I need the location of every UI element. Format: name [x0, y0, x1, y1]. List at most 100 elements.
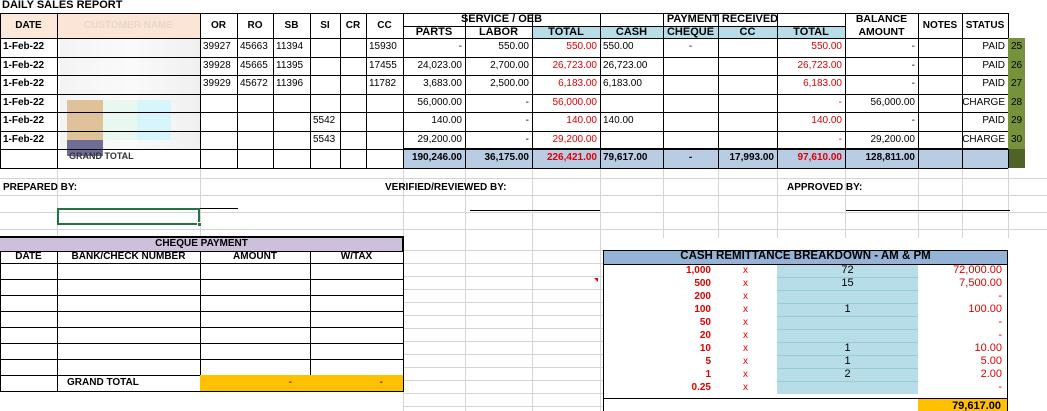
cell-sb[interactable]: 11395 [273, 57, 310, 76]
cash-quantity[interactable]: 72 [777, 264, 918, 277]
cell-si[interactable] [310, 75, 340, 94]
cell-parts[interactable]: - [403, 38, 465, 57]
cell-balance[interactable]: - [845, 112, 918, 131]
cell-notes[interactable] [918, 38, 962, 57]
cell-cheque[interactable] [663, 57, 718, 76]
cell-labor[interactable]: 550.00 [465, 38, 532, 57]
cell-labor[interactable]: - [465, 131, 532, 150]
gt-cc-pay[interactable]: 17,993.00 [718, 149, 777, 168]
cell-cheque[interactable] [663, 94, 718, 113]
cell-or[interactable]: 39928 [200, 57, 237, 76]
cell-or[interactable] [200, 94, 237, 113]
cell-or[interactable] [200, 112, 237, 131]
cell-cc[interactable] [366, 131, 403, 150]
cell-date[interactable]: 1-Feb-22 [0, 57, 57, 76]
cell-cash[interactable] [600, 131, 663, 150]
cell-status[interactable]: PAID [962, 75, 1008, 94]
cell-labor[interactable]: 2,500.00 [465, 75, 532, 94]
cell-total[interactable]: 550.00 [532, 38, 600, 57]
cell-cc-pay[interactable] [718, 112, 777, 131]
cash-quantity[interactable]: 1 [777, 355, 918, 368]
cell-cc[interactable] [366, 94, 403, 113]
cell-ro[interactable]: 45672 [237, 75, 273, 94]
cell-date[interactable]: 1-Feb-22 [0, 38, 57, 57]
cell-or[interactable] [200, 131, 237, 150]
cell-si[interactable]: 5543 [310, 131, 340, 150]
gt-total[interactable]: 226,421.00 [532, 149, 600, 168]
cash-quantity[interactable]: 15 [777, 277, 918, 290]
cell-cc[interactable] [366, 112, 403, 131]
cell-or[interactable]: 39927 [200, 38, 237, 57]
cash-quantity[interactable] [777, 329, 918, 342]
cell-total-pay[interactable]: 26,723.00 [777, 57, 845, 76]
cell-balance[interactable]: - [845, 38, 918, 57]
cell-parts[interactable]: 29,200.00 [403, 131, 465, 150]
cell-labor[interactable]: 2,700.00 [465, 57, 532, 76]
cell-total[interactable]: 26,723.00 [532, 57, 600, 76]
cell-cr[interactable] [340, 94, 366, 113]
cell-cr[interactable] [340, 131, 366, 150]
cell-parts[interactable]: 56,000.00 [403, 94, 465, 113]
cell-si[interactable]: 5542 [310, 112, 340, 131]
fill-handle[interactable] [197, 222, 202, 227]
cash-quantity[interactable] [777, 316, 918, 329]
cell-total-pay[interactable]: - [777, 94, 845, 113]
cash-quantity[interactable] [777, 290, 918, 303]
cell-balance[interactable]: - [845, 75, 918, 94]
cell-balance[interactable]: 56,000.00 [845, 94, 918, 113]
cell-parts[interactable]: 24,023.00 [403, 57, 465, 76]
cell-cc-pay[interactable] [718, 57, 777, 76]
cell-cc[interactable]: 15930 [366, 38, 403, 57]
cash-quantity[interactable]: 1 [777, 303, 918, 316]
cell-total-pay[interactable]: 550.00 [777, 38, 845, 57]
cell-notes[interactable] [918, 112, 962, 131]
cell-date[interactable]: 1-Feb-22 [0, 75, 57, 94]
cell-balance[interactable]: - [845, 57, 918, 76]
cell-cc-pay[interactable] [718, 38, 777, 57]
cell-or[interactable]: 39929 [200, 75, 237, 94]
cheque-total-wtax[interactable]: - [310, 375, 403, 391]
cell-cr[interactable] [340, 112, 366, 131]
cell-cheque[interactable] [663, 112, 718, 131]
cell-si[interactable] [310, 57, 340, 76]
cell-sb[interactable] [273, 94, 310, 113]
cell-cash[interactable]: 26,723.00 [600, 57, 663, 76]
cell-total[interactable]: 56,000.00 [532, 94, 600, 113]
cell-labor[interactable]: - [465, 94, 532, 113]
gt-cash[interactable]: 79,617.00 [600, 149, 663, 168]
cash-quantity[interactable]: 2 [777, 368, 918, 381]
cell-cash[interactable]: 140.00 [600, 112, 663, 131]
cell-cheque[interactable]: - [663, 38, 718, 57]
cell-cash[interactable]: 550.00 [600, 38, 663, 57]
gt-parts[interactable]: 190,246.00 [403, 149, 465, 168]
cell-date[interactable]: 1-Feb-22 [0, 131, 57, 150]
gt-cheque[interactable]: - [663, 149, 718, 168]
cell-cc-pay[interactable] [718, 75, 777, 94]
cell-total-pay[interactable]: 140.00 [777, 112, 845, 131]
cell-ro[interactable]: 45663 [237, 38, 273, 57]
cell-cc[interactable]: 11782 [366, 75, 403, 94]
cell-status[interactable]: PAID [962, 112, 1008, 131]
cell-cc-pay[interactable] [718, 94, 777, 113]
cell-si[interactable] [310, 94, 340, 113]
cell-total-pay[interactable]: 6,183.00 [777, 75, 845, 94]
cell-status[interactable]: PAID [962, 57, 1008, 76]
cell-total[interactable]: 29,200.00 [532, 131, 600, 150]
cell-notes[interactable] [918, 131, 962, 150]
cell-cheque[interactable] [663, 131, 718, 150]
gt-balance[interactable]: 128,811.00 [845, 149, 918, 168]
cell-si[interactable] [310, 38, 340, 57]
cell-sb[interactable] [273, 112, 310, 131]
cell-status[interactable]: PAID [962, 38, 1008, 57]
cell-balance[interactable]: 29,200.00 [845, 131, 918, 150]
cell-cash[interactable] [600, 94, 663, 113]
cell-cr[interactable] [340, 57, 366, 76]
cell-labor[interactable]: - [465, 112, 532, 131]
selected-cell[interactable] [57, 208, 200, 225]
cell-status[interactable]: CHARGE [962, 131, 1008, 150]
cell-total[interactable]: 140.00 [532, 112, 600, 131]
cell-cc-pay[interactable] [718, 131, 777, 150]
cell-notes[interactable] [918, 57, 962, 76]
cell-total[interactable]: 6,183.00 [532, 75, 600, 94]
cell-cr[interactable] [340, 75, 366, 94]
